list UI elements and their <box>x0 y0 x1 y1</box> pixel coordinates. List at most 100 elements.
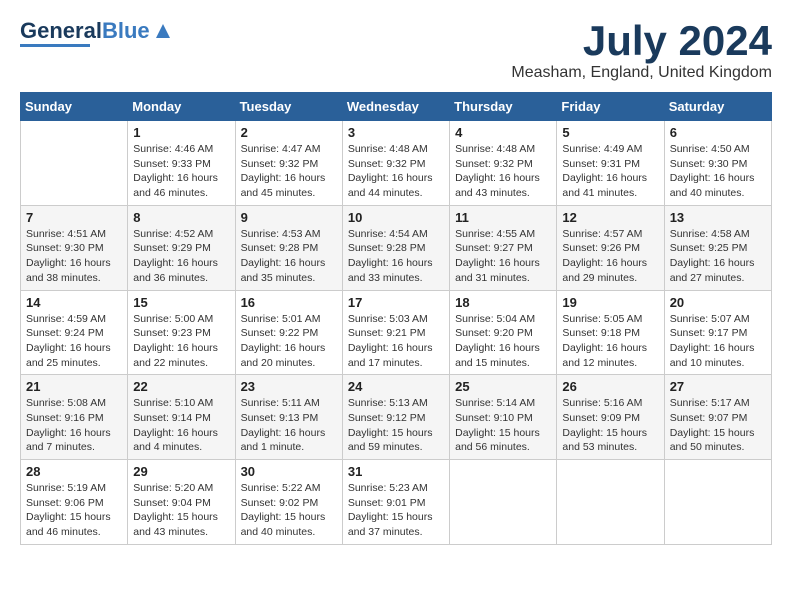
title-section: July 2024 Measham, England, United Kingd… <box>511 20 772 82</box>
day-info: Sunrise: 4:53 AM Sunset: 9:28 PM Dayligh… <box>241 227 337 286</box>
logo-underline <box>20 44 90 47</box>
day-number: 5 <box>562 125 658 140</box>
day-info: Sunrise: 4:55 AM Sunset: 9:27 PM Dayligh… <box>455 227 551 286</box>
day-number: 13 <box>670 210 766 225</box>
calendar-cell: 22 Sunrise: 5:10 AM Sunset: 9:14 PM Dayli… <box>128 375 235 460</box>
calendar-cell: 28 Sunrise: 5:19 AM Sunset: 9:06 PM Dayli… <box>21 460 128 545</box>
day-info: Sunrise: 4:46 AM Sunset: 9:33 PM Dayligh… <box>133 142 229 201</box>
day-number: 26 <box>562 379 658 394</box>
calendar-cell: 23 Sunrise: 5:11 AM Sunset: 9:13 PM Dayli… <box>235 375 342 460</box>
calendar-cell: 11 Sunrise: 4:55 AM Sunset: 9:27 PM Dayli… <box>450 205 557 290</box>
day-info: Sunrise: 5:22 AM Sunset: 9:02 PM Dayligh… <box>241 481 337 540</box>
day-number: 1 <box>133 125 229 140</box>
calendar-cell: 6 Sunrise: 4:50 AM Sunset: 9:30 PM Daylig… <box>664 121 771 206</box>
day-info: Sunrise: 5:08 AM Sunset: 9:16 PM Dayligh… <box>26 396 122 455</box>
day-info: Sunrise: 5:07 AM Sunset: 9:17 PM Dayligh… <box>670 312 766 371</box>
day-number: 10 <box>348 210 444 225</box>
calendar-cell: 15 Sunrise: 5:00 AM Sunset: 9:23 PM Dayli… <box>128 290 235 375</box>
day-info: Sunrise: 4:49 AM Sunset: 9:31 PM Dayligh… <box>562 142 658 201</box>
logo-text: GeneralBlue <box>20 20 150 42</box>
calendar-cell: 19 Sunrise: 5:05 AM Sunset: 9:18 PM Dayli… <box>557 290 664 375</box>
day-info: Sunrise: 4:52 AM Sunset: 9:29 PM Dayligh… <box>133 227 229 286</box>
calendar-cell: 3Sunrise: 4:48 AM Sunset: 9:32 PM Daylig… <box>342 121 449 206</box>
weekday-header-row: SundayMondayTuesdayWednesdayThursdayFrid… <box>21 93 772 121</box>
day-info: Sunrise: 4:57 AM Sunset: 9:26 PM Dayligh… <box>562 227 658 286</box>
day-number: 15 <box>133 295 229 310</box>
day-number: 12 <box>562 210 658 225</box>
weekday-header: Saturday <box>664 93 771 121</box>
day-number: 31 <box>348 464 444 479</box>
day-number: 6 <box>670 125 766 140</box>
day-info: Sunrise: 4:54 AM Sunset: 9:28 PM Dayligh… <box>348 227 444 286</box>
calendar-cell: 18 Sunrise: 5:04 AM Sunset: 9:20 PM Dayli… <box>450 290 557 375</box>
logo: GeneralBlue <box>20 20 174 47</box>
day-number: 18 <box>455 295 551 310</box>
calendar-cell: 12 Sunrise: 4:57 AM Sunset: 9:26 PM Dayli… <box>557 205 664 290</box>
day-number: 20 <box>670 295 766 310</box>
weekday-header: Tuesday <box>235 93 342 121</box>
day-number: 3 <box>348 125 444 140</box>
calendar-cell: 5 Sunrise: 4:49 AM Sunset: 9:31 PM Daylig… <box>557 121 664 206</box>
calendar-cell: 27 Sunrise: 5:17 AM Sunset: 9:07 PM Dayli… <box>664 375 771 460</box>
day-info: Sunrise: 5:04 AM Sunset: 9:20 PM Dayligh… <box>455 312 551 371</box>
day-number: 30 <box>241 464 337 479</box>
calendar-week-row: 7 Sunrise: 4:51 AM Sunset: 9:30 PM Daylig… <box>21 205 772 290</box>
day-info: Sunrise: 4:51 AM Sunset: 9:30 PM Dayligh… <box>26 227 122 286</box>
day-number: 25 <box>455 379 551 394</box>
calendar-cell: 1 Sunrise: 4:46 AM Sunset: 9:33 PM Daylig… <box>128 121 235 206</box>
day-info: Sunrise: 4:58 AM Sunset: 9:25 PM Dayligh… <box>670 227 766 286</box>
day-info: Sunrise: 4:48 AM Sunset: 9:32 PM Dayligh… <box>455 142 551 201</box>
day-number: 7 <box>26 210 122 225</box>
calendar-cell: 29 Sunrise: 5:20 AM Sunset: 9:04 PM Dayli… <box>128 460 235 545</box>
calendar-cell <box>21 121 128 206</box>
day-number: 11 <box>455 210 551 225</box>
calendar-cell <box>557 460 664 545</box>
day-info: Sunrise: 5:11 AM Sunset: 9:13 PM Dayligh… <box>241 396 337 455</box>
logo-icon <box>152 20 174 42</box>
day-info: Sunrise: 5:17 AM Sunset: 9:07 PM Dayligh… <box>670 396 766 455</box>
day-number: 14 <box>26 295 122 310</box>
day-info: Sunrise: 5:20 AM Sunset: 9:04 PM Dayligh… <box>133 481 229 540</box>
weekday-header: Friday <box>557 93 664 121</box>
day-info: Sunrise: 5:19 AM Sunset: 9:06 PM Dayligh… <box>26 481 122 540</box>
weekday-header: Thursday <box>450 93 557 121</box>
day-info: Sunrise: 4:50 AM Sunset: 9:30 PM Dayligh… <box>670 142 766 201</box>
calendar-cell: 20 Sunrise: 5:07 AM Sunset: 9:17 PM Dayli… <box>664 290 771 375</box>
calendar-cell: 24Sunrise: 5:13 AM Sunset: 9:12 PM Dayli… <box>342 375 449 460</box>
month-title: July 2024 <box>511 20 772 62</box>
weekday-header: Wednesday <box>342 93 449 121</box>
calendar-cell: 17Sunrise: 5:03 AM Sunset: 9:21 PM Dayli… <box>342 290 449 375</box>
day-info: Sunrise: 5:13 AM Sunset: 9:12 PM Dayligh… <box>348 396 444 455</box>
calendar-cell: 9Sunrise: 4:53 AM Sunset: 9:28 PM Daylig… <box>235 205 342 290</box>
calendar-week-row: 21 Sunrise: 5:08 AM Sunset: 9:16 PM Dayli… <box>21 375 772 460</box>
day-number: 21 <box>26 379 122 394</box>
calendar-cell <box>664 460 771 545</box>
day-number: 19 <box>562 295 658 310</box>
calendar-cell: 14 Sunrise: 4:59 AM Sunset: 9:24 PM Dayli… <box>21 290 128 375</box>
day-info: Sunrise: 5:00 AM Sunset: 9:23 PM Dayligh… <box>133 312 229 371</box>
day-number: 22 <box>133 379 229 394</box>
day-info: Sunrise: 5:10 AM Sunset: 9:14 PM Dayligh… <box>133 396 229 455</box>
calendar-week-row: 1 Sunrise: 4:46 AM Sunset: 9:33 PM Daylig… <box>21 121 772 206</box>
calendar-cell: 21 Sunrise: 5:08 AM Sunset: 9:16 PM Dayli… <box>21 375 128 460</box>
calendar-cell: 13 Sunrise: 4:58 AM Sunset: 9:25 PM Dayli… <box>664 205 771 290</box>
calendar-cell: 10 Sunrise: 4:54 AM Sunset: 9:28 PM Dayli… <box>342 205 449 290</box>
day-number: 27 <box>670 379 766 394</box>
calendar-week-row: 28 Sunrise: 5:19 AM Sunset: 9:06 PM Dayli… <box>21 460 772 545</box>
day-info: Sunrise: 5:16 AM Sunset: 9:09 PM Dayligh… <box>562 396 658 455</box>
calendar-cell: 7 Sunrise: 4:51 AM Sunset: 9:30 PM Daylig… <box>21 205 128 290</box>
day-info: Sunrise: 4:47 AM Sunset: 9:32 PM Dayligh… <box>241 142 337 201</box>
day-number: 23 <box>241 379 337 394</box>
day-number: 28 <box>26 464 122 479</box>
day-info: Sunrise: 5:14 AM Sunset: 9:10 PM Dayligh… <box>455 396 551 455</box>
day-info: Sunrise: 4:59 AM Sunset: 9:24 PM Dayligh… <box>26 312 122 371</box>
day-info: Sunrise: 5:05 AM Sunset: 9:18 PM Dayligh… <box>562 312 658 371</box>
page-header: GeneralBlue July 2024 Measham, England, … <box>20 20 772 82</box>
day-info: Sunrise: 5:03 AM Sunset: 9:21 PM Dayligh… <box>348 312 444 371</box>
calendar-cell: 2Sunrise: 4:47 AM Sunset: 9:32 PM Daylig… <box>235 121 342 206</box>
calendar-cell: 16Sunrise: 5:01 AM Sunset: 9:22 PM Dayli… <box>235 290 342 375</box>
weekday-header: Sunday <box>21 93 128 121</box>
day-number: 29 <box>133 464 229 479</box>
weekday-header: Monday <box>128 93 235 121</box>
calendar-cell <box>450 460 557 545</box>
